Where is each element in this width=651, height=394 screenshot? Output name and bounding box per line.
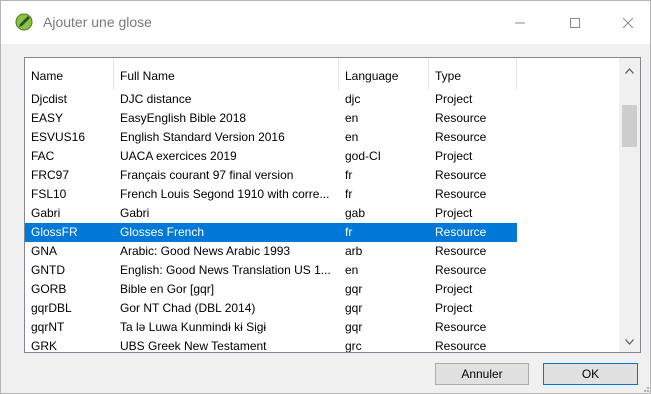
chevron-down-icon	[625, 338, 634, 345]
cell-type: Project	[435, 206, 473, 220]
cell-full-name: UBS Greek New Testament	[120, 339, 267, 353]
cell-language: fr	[345, 168, 353, 182]
cell-language: gqr	[345, 282, 363, 296]
cell-language: en	[345, 130, 359, 144]
cell-language: gqr	[345, 320, 363, 334]
cell-full-name: DJC distance	[120, 92, 192, 106]
cell-full-name: Bible en Gor [gqr]	[120, 282, 215, 296]
cell-name: GNTD	[31, 263, 65, 277]
cell-name: Gabri	[31, 206, 61, 220]
cell-type: Project	[435, 301, 473, 315]
cell-type: Project	[435, 149, 473, 163]
list-item[interactable]: FAC UACA exercices 2019 god-CI Project	[25, 147, 619, 166]
cell-type: Resource	[435, 320, 487, 334]
cell-name: gqrDBL	[31, 301, 72, 315]
list-rows: Djcdist DJC distance djc Project EASY EasyEng…	[25, 90, 619, 353]
cell-type: Resource	[435, 339, 487, 353]
list-item[interactable]: EASY EasyEnglish Bible 2018 en Resource	[25, 109, 619, 128]
cell-name: FSL10	[31, 187, 67, 201]
cell-full-name: EasyEnglish Bible 2018	[120, 111, 247, 125]
cell-language: en	[345, 263, 359, 277]
column-header-full-name[interactable]: Full Name	[114, 58, 339, 90]
list-item[interactable]: FRC97 Français courant 97 final version fr…	[25, 166, 619, 185]
cell-type: Project	[435, 92, 473, 106]
minimize-button[interactable]	[498, 1, 542, 44]
list-header: Name Full Name Language Type	[25, 58, 619, 90]
cell-full-name: Glosses French	[120, 225, 205, 239]
vertical-scrollbar[interactable]	[619, 58, 640, 352]
cell-full-name: UACA exercices 2019	[120, 149, 237, 163]
column-header-type[interactable]: Type	[429, 58, 517, 90]
maximize-button[interactable]	[553, 1, 597, 44]
cancel-button[interactable]: Annuler	[435, 363, 529, 385]
cell-name: FAC	[31, 149, 55, 163]
ok-button[interactable]: OK	[543, 363, 638, 385]
cell-name: EASY	[31, 111, 64, 125]
cell-language: gab	[345, 206, 366, 220]
list-item[interactable]: GORB Bible en Gor [gqr] gqr Project	[25, 280, 619, 299]
cell-name: FRC97	[31, 168, 70, 182]
cell-type: Resource	[435, 111, 487, 125]
pencil-circle-icon	[15, 13, 33, 31]
cell-name: gqrNT	[31, 320, 65, 334]
list-item[interactable]: Djcdist DJC distance djc Project	[25, 90, 619, 109]
cell-name: ESVUS16	[31, 130, 86, 144]
cell-language: arb	[345, 244, 363, 258]
cell-language: djc	[345, 92, 361, 106]
scroll-up-button[interactable]	[619, 60, 640, 81]
list-item[interactable]: ESVUS16 English Standard Version 2016 en Re…	[25, 128, 619, 147]
list-item[interactable]: GRK UBS Greek New Testament grc Resource	[25, 337, 619, 353]
cell-full-name: Gabri	[120, 206, 150, 220]
scroll-down-button[interactable]	[619, 331, 640, 352]
cell-language: gqr	[345, 301, 363, 315]
cell-name: GORB	[31, 282, 67, 296]
cell-name: Djcdist	[31, 92, 68, 106]
cell-type: Resource	[435, 130, 487, 144]
chevron-up-icon	[625, 67, 634, 74]
title-bar: Ajouter une glose	[1, 1, 650, 44]
column-header-name[interactable]: Name	[25, 58, 114, 90]
column-header-filler	[517, 58, 619, 90]
cell-full-name: English: Good News Translation US 1...	[120, 263, 331, 277]
list-item[interactable]: GNA Arabic: Good News Arabic 1993 arb Resou…	[25, 242, 619, 261]
cell-full-name: Arabic: Good News Arabic 1993	[120, 244, 291, 258]
cell-full-name: Ta lə Luwa Kunmindɨ kɨ Sigɨ	[120, 320, 267, 334]
cell-type: Resource	[435, 244, 487, 258]
list-item[interactable]: Gabri Gabri gab Project	[25, 204, 619, 223]
cell-full-name: French Louis Segond 1910 with corre...	[120, 187, 330, 201]
cell-type: Resource	[435, 168, 487, 182]
column-header-language[interactable]: Language	[339, 58, 429, 90]
cell-name: GRK	[31, 339, 58, 353]
close-icon	[623, 17, 633, 28]
cell-name: GlossFR	[31, 225, 78, 239]
minimize-icon	[515, 22, 525, 23]
cell-type: Project	[435, 282, 473, 296]
dialog-window: Ajouter une glose Name Full Name Languag…	[0, 0, 651, 394]
list-item[interactable]: GlossFR Glosses French fr Resource	[25, 223, 619, 242]
gloss-list[interactable]: Name Full Name Language Type Djcdist DJC …	[24, 57, 641, 353]
cell-full-name: Gor NT Chad (DBL 2014)	[120, 301, 256, 315]
list-item[interactable]: gqrDBL Gor NT Chad (DBL 2014) gqr Project	[25, 299, 619, 318]
close-button[interactable]	[606, 1, 650, 44]
list-item[interactable]: GNTD English: Good News Translation US 1.…	[25, 261, 619, 280]
cell-type: Resource	[435, 263, 487, 277]
window-title: Ajouter une glose	[43, 14, 152, 30]
scroll-thumb[interactable]	[622, 105, 637, 147]
cell-type: Resource	[435, 225, 487, 239]
cell-language: fr	[345, 225, 353, 239]
maximize-icon	[570, 17, 580, 28]
cell-language: en	[345, 111, 359, 125]
cell-full-name: English Standard Version 2016	[120, 130, 285, 144]
cell-full-name: Français courant 97 final version	[120, 168, 294, 182]
cell-language: fr	[345, 187, 353, 201]
list-item[interactable]: FSL10 French Louis Segond 1910 with corre…	[25, 185, 619, 204]
cell-type: Resource	[435, 187, 487, 201]
list-item[interactable]: gqrNT Ta lə Luwa Kunmindɨ kɨ Sigɨ gqr Resou…	[25, 318, 619, 337]
cell-language: god-CI	[345, 149, 382, 163]
resize-grip-icon[interactable]	[639, 382, 650, 393]
cell-name: GNA	[31, 244, 58, 258]
cell-language: grc	[345, 339, 362, 353]
